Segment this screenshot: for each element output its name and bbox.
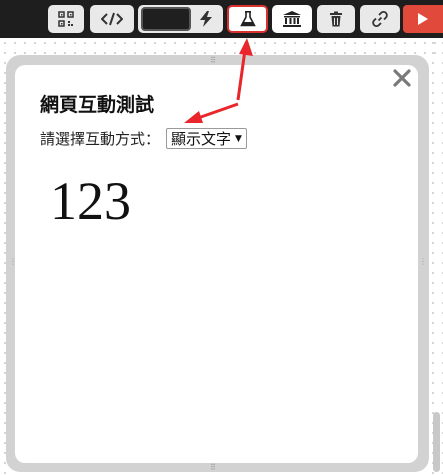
bank-icon [283,11,301,27]
mode-row: 請選擇互動方式： 顯示文字 ▼ [40,128,247,149]
dialog-bottom-grip[interactable]: ⠿ [210,464,216,472]
close-icon [393,69,411,87]
workspace-grid-right [428,38,443,475]
dialog-title: 網頁互動測試 [40,94,155,116]
run-button[interactable] [403,5,443,33]
top-toolbar [0,0,443,38]
play-icon [418,13,428,25]
caret-down-icon: ▼ [235,133,242,144]
close-button[interactable] [391,67,413,89]
link-button[interactable] [360,5,400,33]
qr-code-button[interactable] [48,5,84,33]
dialog-panel [15,65,418,463]
qr-code-icon [58,11,74,27]
mode-label: 請選擇互動方式： [40,130,161,148]
dialog-top-grip[interactable]: ⠿ [210,57,216,65]
flask-icon [239,11,256,27]
library-button[interactable] [272,5,312,33]
mode-select-value: 顯示文字 [171,130,232,148]
dialog-left-grip[interactable]: ⋮ [9,258,17,266]
dialog-right-grip[interactable]: ⋮ [419,258,427,266]
link-icon [372,11,388,27]
lightning-icon [200,11,212,27]
speed-display [141,7,191,31]
output-text: 123 [50,171,131,231]
delete-button[interactable] [317,5,355,33]
mode-select[interactable]: 顯示文字 ▼ [166,128,247,149]
workspace-scrollbar[interactable] [433,412,440,472]
code-brackets-icon [101,12,123,26]
lab-button[interactable] [227,5,268,33]
workspace-grid [0,38,443,54]
code-button[interactable] [90,5,134,33]
trash-icon [330,11,342,27]
